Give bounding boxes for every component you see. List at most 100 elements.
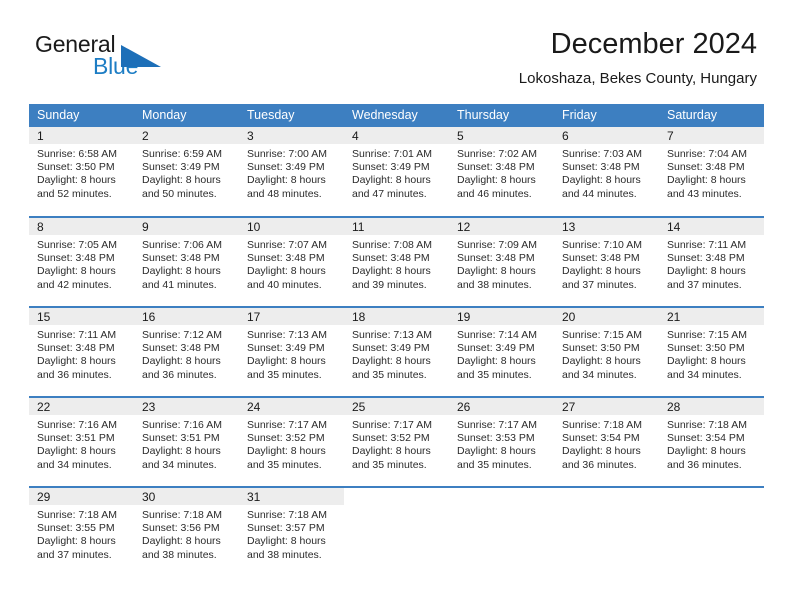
day-details: Sunrise: 7:04 AM Sunset: 3:48 PM Daylight:… [659, 144, 764, 201]
sunrise-time: Sunrise: 7:13 AM [352, 329, 432, 341]
sunrise-time: Sunrise: 7:08 AM [352, 239, 432, 251]
day-number: 18 [344, 308, 449, 325]
sunrise-time: Sunrise: 7:05 AM [37, 239, 117, 251]
sunset-time: Sunset: 3:48 PM [142, 342, 220, 355]
daylight-line2: and 37 minutes. [667, 278, 742, 291]
calendar-day-cell[interactable]: 14 Sunrise: 7:11 AM Sunset: 3:48 PM Dayligh… [659, 216, 764, 307]
daylight-line1: Daylight: 8 hours [142, 445, 221, 458]
day-number [449, 488, 554, 505]
daylight-line2: and 48 minutes. [247, 187, 322, 200]
day-cell-inner: 21 Sunrise: 7:15 AM Sunset: 3:50 PM Dayligh… [659, 308, 764, 396]
day-cell-inner: 24 Sunrise: 7:17 AM Sunset: 3:52 PM Dayligh… [239, 398, 344, 486]
weekday-header-thursday: Thursday [449, 104, 554, 127]
daylight-line1: Daylight: 8 hours [667, 174, 746, 187]
sunset-time: Sunset: 3:52 PM [247, 432, 325, 445]
sunrise-time: Sunrise: 7:06 AM [142, 239, 222, 251]
sunrise-time: Sunrise: 7:15 AM [562, 329, 642, 341]
sunset-time: Sunset: 3:48 PM [457, 161, 535, 174]
sunrise-time: Sunrise: 7:16 AM [37, 419, 117, 431]
day-cell-inner: 4 Sunrise: 7:01 AM Sunset: 3:49 PM Daylight… [344, 127, 449, 215]
day-details: Sunrise: 7:07 AM Sunset: 3:48 PM Daylight:… [239, 235, 344, 292]
sunset-time: Sunset: 3:49 PM [247, 342, 325, 355]
daylight-line2: and 40 minutes. [247, 278, 322, 291]
calendar-day-cell[interactable]: 16 Sunrise: 7:12 AM Sunset: 3:48 PM Dayligh… [134, 306, 239, 397]
calendar-day-cell[interactable]: 9 Sunrise: 7:06 AM Sunset: 3:48 PM Daylight… [134, 216, 239, 307]
daylight-line2: and 44 minutes. [562, 187, 637, 200]
weekday-header-friday: Friday [554, 104, 659, 127]
sunrise-time: Sunrise: 7:18 AM [562, 419, 642, 431]
calendar-day-cell[interactable]: 22 Sunrise: 7:16 AM Sunset: 3:51 PM Dayligh… [29, 396, 134, 487]
sunset-time: Sunset: 3:56 PM [142, 522, 220, 535]
calendar-week-row: 22 Sunrise: 7:16 AM Sunset: 3:51 PM Dayligh… [29, 396, 764, 487]
day-details [344, 505, 449, 509]
calendar-day-cell[interactable]: 3 Sunrise: 7:00 AM Sunset: 3:49 PM Daylight… [239, 127, 344, 217]
day-cell-inner: 7 Sunrise: 7:04 AM Sunset: 3:48 PM Daylight… [659, 127, 764, 215]
sunrise-time: Sunrise: 7:13 AM [247, 329, 327, 341]
calendar-day-cell[interactable]: 18 Sunrise: 7:13 AM Sunset: 3:49 PM Dayligh… [344, 306, 449, 397]
calendar-day-cell[interactable]: 7 Sunrise: 7:04 AM Sunset: 3:48 PM Daylight… [659, 127, 764, 217]
sunset-time: Sunset: 3:51 PM [142, 432, 220, 445]
calendar-day-cell[interactable]: 15 Sunrise: 7:11 AM Sunset: 3:48 PM Dayligh… [29, 306, 134, 397]
calendar-day-cell[interactable]: 11 Sunrise: 7:08 AM Sunset: 3:48 PM Dayligh… [344, 216, 449, 307]
day-number: 22 [29, 398, 134, 415]
calendar-day-cell[interactable]: 26 Sunrise: 7:17 AM Sunset: 3:53 PM Dayligh… [449, 396, 554, 487]
calendar-week-row: 29 Sunrise: 7:18 AM Sunset: 3:55 PM Dayligh… [29, 486, 764, 577]
sunset-time: Sunset: 3:48 PM [562, 252, 640, 265]
calendar-day-cell[interactable]: 13 Sunrise: 7:10 AM Sunset: 3:48 PM Dayligh… [554, 216, 659, 307]
calendar-day-cell[interactable]: 28 Sunrise: 7:18 AM Sunset: 3:54 PM Dayligh… [659, 396, 764, 487]
calendar-empty-cell [659, 486, 764, 577]
calendar-day-cell[interactable]: 10 Sunrise: 7:07 AM Sunset: 3:48 PM Dayligh… [239, 216, 344, 307]
day-number: 8 [29, 218, 134, 235]
daylight-line2: and 36 minutes. [667, 458, 742, 471]
calendar-day-cell[interactable]: 6 Sunrise: 7:03 AM Sunset: 3:48 PM Daylight… [554, 127, 659, 217]
calendar-day-cell[interactable]: 25 Sunrise: 7:17 AM Sunset: 3:52 PM Dayligh… [344, 396, 449, 487]
day-number: 3 [239, 127, 344, 144]
calendar-day-cell[interactable]: 21 Sunrise: 7:15 AM Sunset: 3:50 PM Dayligh… [659, 306, 764, 397]
day-details: Sunrise: 7:00 AM Sunset: 3:49 PM Daylight:… [239, 144, 344, 201]
day-cell-inner: 10 Sunrise: 7:07 AM Sunset: 3:48 PM Dayligh… [239, 218, 344, 306]
calendar-day-cell[interactable]: 23 Sunrise: 7:16 AM Sunset: 3:51 PM Dayligh… [134, 396, 239, 487]
calendar-day-cell[interactable]: 4 Sunrise: 7:01 AM Sunset: 3:49 PM Daylight… [344, 127, 449, 217]
brand-logo[interactable]: General Blue [35, 32, 215, 88]
day-cell-inner: 5 Sunrise: 7:02 AM Sunset: 3:48 PM Daylight… [449, 127, 554, 215]
day-number [659, 488, 764, 505]
day-number: 17 [239, 308, 344, 325]
day-details: Sunrise: 7:17 AM Sunset: 3:53 PM Daylight:… [449, 415, 554, 472]
calendar-day-cell[interactable]: 31 Sunrise: 7:18 AM Sunset: 3:57 PM Dayligh… [239, 486, 344, 577]
sunrise-time: Sunrise: 7:04 AM [667, 148, 747, 160]
daylight-line1: Daylight: 8 hours [457, 355, 536, 368]
calendar-day-cell[interactable]: 1 Sunrise: 6:58 AM Sunset: 3:50 PM Daylight… [29, 127, 134, 217]
page-header: General Blue December 2024 Lokoshaza, Be… [33, 26, 757, 98]
calendar-day-cell[interactable]: 24 Sunrise: 7:17 AM Sunset: 3:52 PM Dayligh… [239, 396, 344, 487]
calendar-day-cell[interactable]: 17 Sunrise: 7:13 AM Sunset: 3:49 PM Dayligh… [239, 306, 344, 397]
calendar-week-row: 1 Sunrise: 6:58 AM Sunset: 3:50 PM Daylight… [29, 127, 764, 217]
calendar-page: General Blue December 2024 Lokoshaza, Be… [0, 0, 792, 612]
calendar-day-cell[interactable]: 20 Sunrise: 7:15 AM Sunset: 3:50 PM Dayligh… [554, 306, 659, 397]
sunrise-time: Sunrise: 6:58 AM [37, 148, 117, 160]
calendar-day-cell[interactable]: 27 Sunrise: 7:18 AM Sunset: 3:54 PM Dayligh… [554, 396, 659, 487]
day-number: 25 [344, 398, 449, 415]
day-details: Sunrise: 7:03 AM Sunset: 3:48 PM Daylight:… [554, 144, 659, 201]
day-number: 29 [29, 488, 134, 505]
sunset-time: Sunset: 3:49 PM [352, 342, 430, 355]
calendar-day-cell[interactable]: 5 Sunrise: 7:02 AM Sunset: 3:48 PM Daylight… [449, 127, 554, 217]
weekday-header-tuesday: Tuesday [239, 104, 344, 127]
daylight-line2: and 36 minutes. [37, 368, 112, 381]
daylight-line1: Daylight: 8 hours [142, 265, 221, 278]
calendar-day-cell[interactable]: 2 Sunrise: 6:59 AM Sunset: 3:49 PM Daylight… [134, 127, 239, 217]
sunrise-time: Sunrise: 7:17 AM [457, 419, 537, 431]
calendar-day-cell[interactable]: 19 Sunrise: 7:14 AM Sunset: 3:49 PM Dayligh… [449, 306, 554, 397]
calendar-day-cell[interactable]: 29 Sunrise: 7:18 AM Sunset: 3:55 PM Dayligh… [29, 486, 134, 577]
daylight-line1: Daylight: 8 hours [562, 355, 641, 368]
daylight-line1: Daylight: 8 hours [247, 445, 326, 458]
sunset-time: Sunset: 3:48 PM [352, 252, 430, 265]
day-cell-inner: 31 Sunrise: 7:18 AM Sunset: 3:57 PM Dayligh… [239, 488, 344, 576]
day-details: Sunrise: 7:13 AM Sunset: 3:49 PM Daylight:… [239, 325, 344, 382]
daylight-line2: and 34 minutes. [142, 458, 217, 471]
calendar-day-cell[interactable]: 12 Sunrise: 7:09 AM Sunset: 3:48 PM Dayligh… [449, 216, 554, 307]
calendar-day-cell[interactable]: 8 Sunrise: 7:05 AM Sunset: 3:48 PM Daylight… [29, 216, 134, 307]
sunset-time: Sunset: 3:52 PM [352, 432, 430, 445]
calendar-day-cell[interactable]: 30 Sunrise: 7:18 AM Sunset: 3:56 PM Dayligh… [134, 486, 239, 577]
daylight-line2: and 46 minutes. [457, 187, 532, 200]
day-number: 26 [449, 398, 554, 415]
